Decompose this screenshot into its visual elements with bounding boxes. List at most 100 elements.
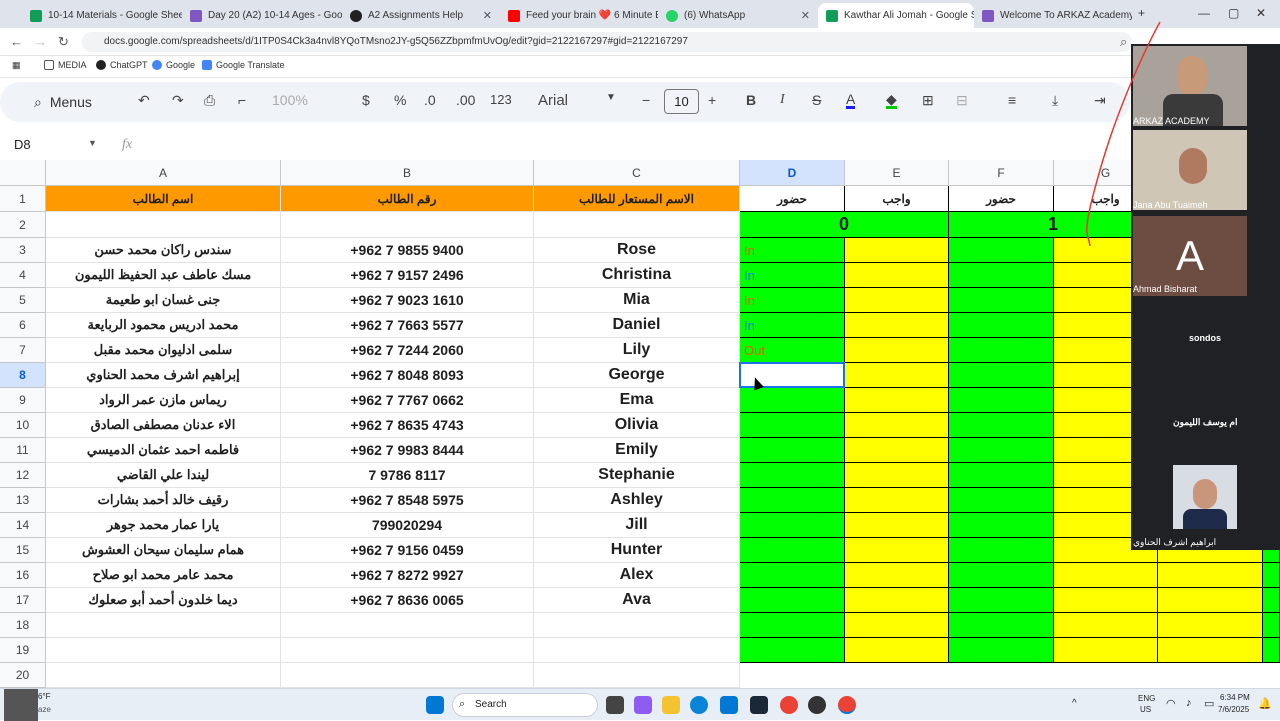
student-nickname-cell[interactable]: Stephanie	[534, 463, 740, 488]
attendance-cell[interactable]	[949, 463, 1054, 488]
browser-tab[interactable]: (6) WhatsApp ✕	[658, 3, 818, 28]
chrome-active-icon[interactable]	[838, 696, 856, 714]
text-color-icon[interactable]: A	[846, 92, 856, 109]
row-header[interactable]: 11	[0, 438, 46, 463]
attendance-cell[interactable]	[949, 363, 1054, 388]
attendance-cell[interactable]	[1263, 588, 1280, 613]
student-name-cell[interactable]: محمد عامر محمد ابو صلاح	[46, 563, 281, 588]
student-phone-cell[interactable]: +962 7 7244 2060	[281, 338, 534, 363]
attendance-cell[interactable]	[1263, 638, 1280, 663]
column-header-d[interactable]: D	[740, 160, 845, 186]
attendance-cell[interactable]	[949, 513, 1054, 538]
new-tab-icon[interactable]: +	[1138, 6, 1145, 20]
student-phone-cell[interactable]: +962 7 8636 0065	[281, 588, 534, 613]
student-name-cell[interactable]: جنى غسان ابو طعيمة	[46, 288, 281, 313]
homework-cell[interactable]	[845, 488, 949, 513]
bookmark-media[interactable]: MEDIA	[44, 60, 87, 70]
student-phone-cell[interactable]: +962 7 8548 5975	[281, 488, 534, 513]
header-cell-e[interactable]: واجب	[845, 186, 949, 212]
row-header[interactable]: 4	[0, 263, 46, 288]
homework-cell[interactable]	[845, 363, 949, 388]
browser-tab[interactable]: A2 Assignments Help ✕	[342, 3, 500, 28]
paint-format-icon[interactable]: ⌐	[238, 92, 246, 108]
empty-cell[interactable]	[281, 212, 534, 238]
attendance-cell[interactable]	[740, 463, 845, 488]
attendance-cell[interactable]	[740, 388, 845, 413]
header-cell-f[interactable]: حضور	[949, 186, 1054, 212]
homework-cell[interactable]	[845, 538, 949, 563]
homework-cell[interactable]	[1054, 588, 1158, 613]
homework-cell[interactable]	[1054, 563, 1158, 588]
student-nickname-cell[interactable]: Ashley	[534, 488, 740, 513]
student-nickname-cell[interactable]: Rose	[534, 238, 740, 263]
row-header[interactable]: 3	[0, 238, 46, 263]
attendance-cell[interactable]	[740, 638, 845, 663]
column-header-c[interactable]: C	[534, 160, 740, 186]
empty-cell[interactable]	[46, 212, 281, 238]
vertical-align-icon[interactable]: ⤓	[1052, 92, 1058, 109]
student-phone-cell[interactable]: 7 9786 8117	[281, 463, 534, 488]
student-name-cell[interactable]: إبراهيم اشرف محمد الحناوي	[46, 363, 281, 388]
homework-cell[interactable]	[1158, 613, 1263, 638]
student-nickname-cell[interactable]	[534, 613, 740, 638]
student-nickname-cell[interactable]: Christina	[534, 263, 740, 288]
student-nickname-cell[interactable]: Emily	[534, 438, 740, 463]
increase-decimal-button[interactable]: .00	[456, 92, 475, 108]
student-nickname-cell[interactable]	[534, 638, 740, 663]
bookmark-google[interactable]: Google	[152, 60, 195, 70]
chrome-icon[interactable]	[780, 696, 798, 714]
participant-name[interactable]: ام يوسف الليمون	[1173, 417, 1238, 428]
attendance-cell[interactable]	[1263, 613, 1280, 638]
notification-bell-icon[interactable]: 🔔	[1258, 697, 1272, 710]
back-icon[interactable]: ←	[10, 34, 23, 49]
maximize-icon[interactable]: ▢	[1228, 6, 1239, 20]
attendance-cell[interactable]	[740, 488, 845, 513]
student-name-cell[interactable]: فاطمه احمد عثمان الدميسي	[46, 438, 281, 463]
windows-start-icon[interactable]	[426, 696, 444, 714]
attendance-cell[interactable]	[949, 488, 1054, 513]
attendance-cell[interactable]	[949, 288, 1054, 313]
student-nickname-cell[interactable]: George	[534, 363, 740, 388]
volume-icon[interactable]: ♪	[1186, 697, 1192, 709]
student-nickname-cell[interactable]: Olivia	[534, 413, 740, 438]
student-phone-cell[interactable]: +962 7 9157 2496	[281, 263, 534, 288]
attendance-cell[interactable]	[949, 313, 1054, 338]
student-phone-cell[interactable]: 799020294	[281, 513, 534, 538]
homework-cell[interactable]	[1158, 563, 1263, 588]
empty-cell[interactable]	[534, 212, 740, 238]
close-icon[interactable]: ✕	[483, 9, 492, 22]
increase-font-size-icon[interactable]: +	[708, 92, 716, 108]
student-name-cell[interactable]: محمد ادريس محمود الربايعة	[46, 313, 281, 338]
student-name-cell[interactable]: ريماس مازن عمر الرواد	[46, 388, 281, 413]
reload-icon[interactable]: ↻	[58, 34, 69, 50]
homework-cell[interactable]	[845, 588, 949, 613]
attendance-cell[interactable]: In	[740, 263, 845, 288]
row-header[interactable]: 9	[0, 388, 46, 413]
zoom-select[interactable]: 100%	[272, 92, 308, 108]
homework-cell[interactable]	[1054, 613, 1158, 638]
edge-icon[interactable]	[690, 696, 708, 714]
student-nickname-cell[interactable]: Alex	[534, 563, 740, 588]
forward-icon[interactable]: →	[34, 34, 47, 49]
row-header[interactable]: 10	[0, 413, 46, 438]
clock-time[interactable]: 6:34 PM	[1220, 693, 1250, 702]
student-phone-cell[interactable]: +962 7 9855 9400	[281, 238, 534, 263]
participant-video[interactable]	[1173, 465, 1237, 529]
homework-cell[interactable]	[845, 513, 949, 538]
row-header[interactable]: 20	[0, 663, 46, 688]
column-header-e[interactable]: E	[845, 160, 949, 186]
homework-cell[interactable]	[845, 288, 949, 313]
taskbar-search[interactable]: ⌕ Search	[452, 693, 598, 717]
student-name-cell[interactable]	[46, 663, 281, 688]
row-header[interactable]: 7	[0, 338, 46, 363]
student-nickname-cell[interactable]: Daniel	[534, 313, 740, 338]
attendance-cell[interactable]	[949, 388, 1054, 413]
student-name-cell[interactable]: يارا عمار محمد جوهر	[46, 513, 281, 538]
font-select[interactable]: Arial	[538, 92, 568, 109]
student-nickname-cell[interactable]: Lily	[534, 338, 740, 363]
attendance-cell[interactable]	[740, 413, 845, 438]
merge-cells-icon[interactable]: ⊟	[956, 92, 968, 109]
minimize-icon[interactable]: —	[1198, 6, 1210, 20]
weather-widget[interactable]	[4, 689, 38, 721]
row-header[interactable]: 16	[0, 563, 46, 588]
